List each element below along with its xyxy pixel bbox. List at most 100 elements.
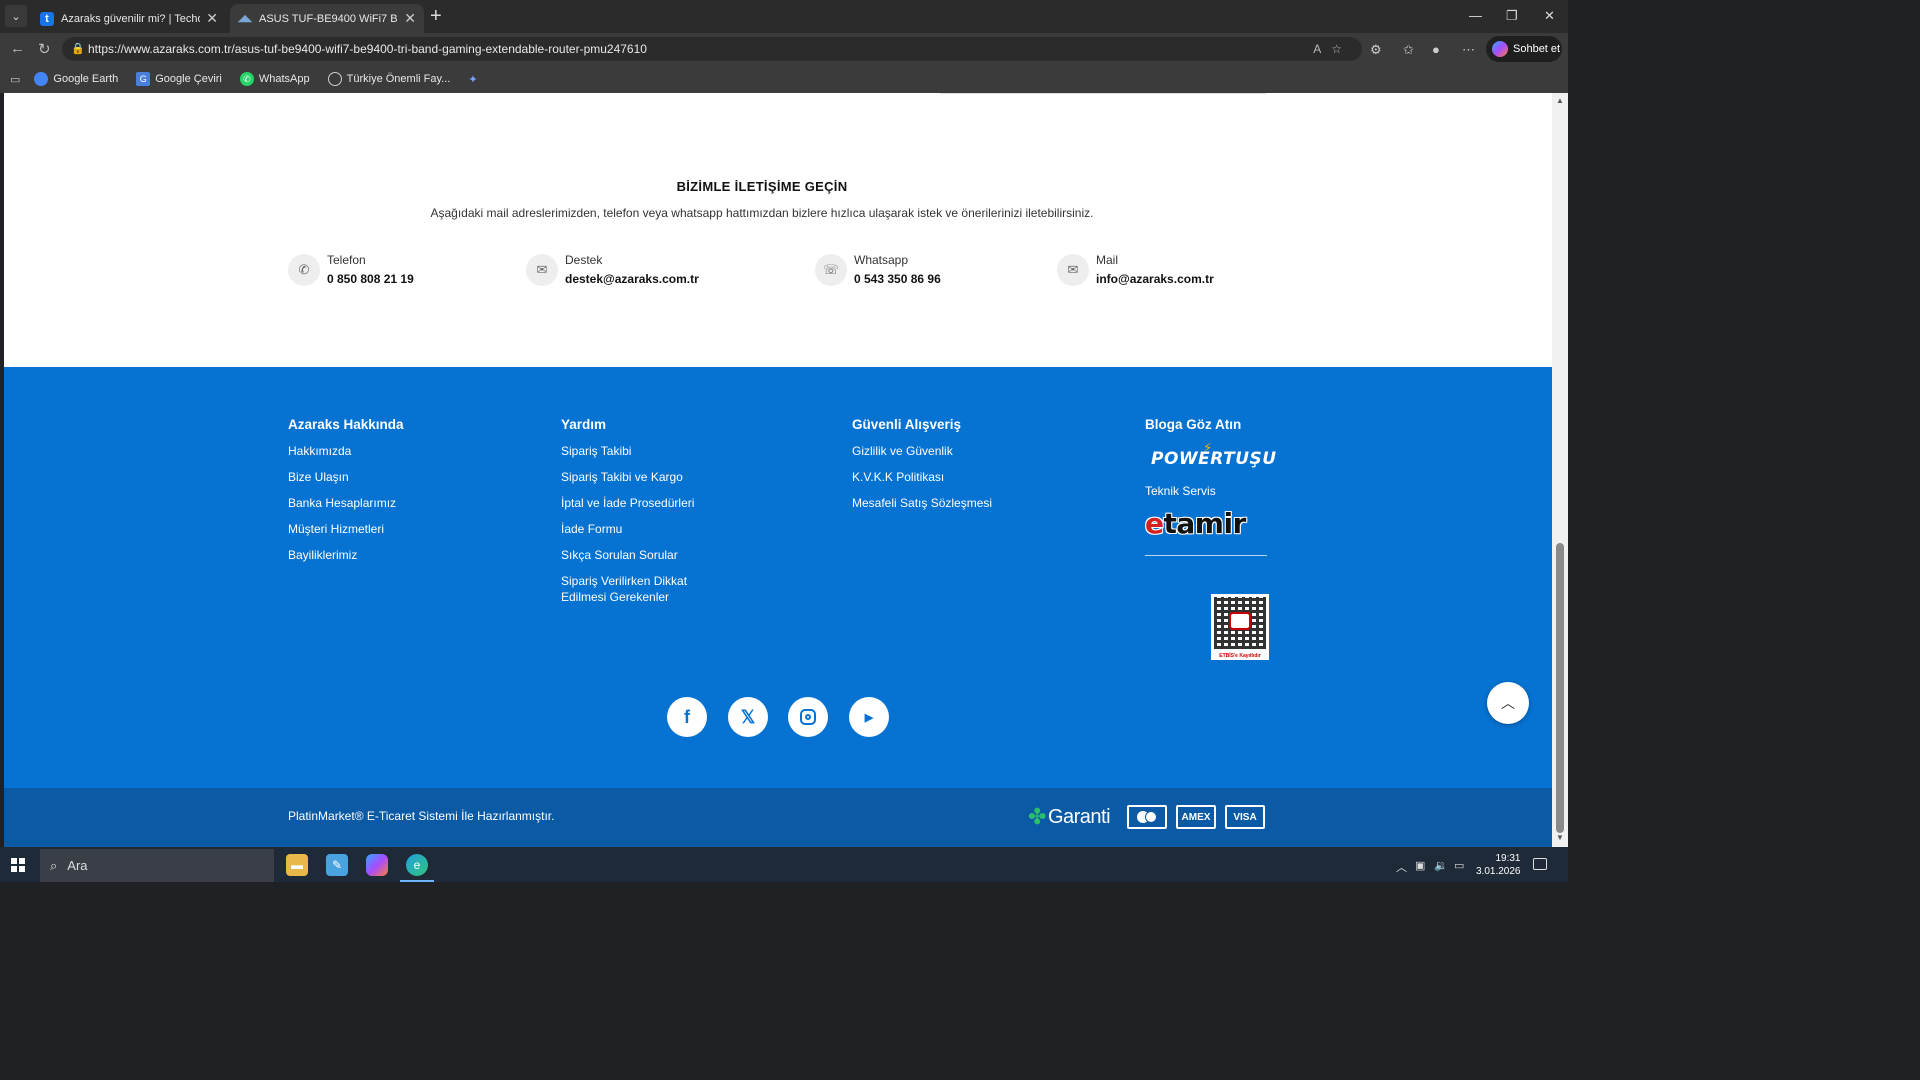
taskbar-search[interactable]: ⌕ Ara [40,849,274,882]
reload-icon[interactable]: ↻ [38,40,51,58]
etamir-logo[interactable]: etamir [1145,509,1269,539]
contact-mail[interactable]: ✉ Mail info@azaraks.com.tr [1057,253,1214,286]
favorites-icon[interactable]: ✩ [1403,42,1414,58]
scrollbar-thumb[interactable] [1556,543,1564,833]
youtube-icon: ▶ [864,711,874,724]
notepad-icon[interactable]: ✎ [326,854,348,876]
instagram-button[interactable] [788,697,828,737]
gemini-icon[interactable]: ✦ [468,73,477,86]
sidebar-toggle-icon[interactable]: ▭ [10,73,20,86]
facebook-icon: f [684,706,690,727]
footer-col-help: Yardım Sipariş Takibi Sipariş Takibi ve … [561,417,721,615]
contact-title: BİZİMLE İLETİŞİME GEÇİN [676,179,848,194]
chevron-down-icon: ⌄ [11,10,21,23]
search-placeholder: Ara [67,858,88,873]
clock-date: 3.01.2026 [1476,866,1521,877]
close-window-icon[interactable]: ✕ [1544,8,1555,24]
powertusu-logo[interactable]: ⚡ POWERTUŞU [1151,441,1276,469]
tab-title: ASUS TUF-BE9400 WiFi7 BE9400 Tr [259,12,398,25]
instagram-icon [800,709,816,725]
scroll-down-arrow-icon[interactable]: ▼ [1556,833,1564,842]
footer-link[interactable]: Sipariş Verilirken Dikkat Edilmesi Gerek… [561,573,721,605]
powertusu-text: POWERTUŞU [1151,449,1277,469]
clover-icon: ✤ [1028,804,1046,829]
windows-taskbar: ⌕ Ara ▬ ✎ e ︿ ▣ 🔉 ▭ 19:31 3.01.2026 [0,847,1568,882]
footer-link[interactable]: Sıkça Sorulan Sorular [561,547,721,563]
contact-subtitle: Aşağıdaki mail adreslerimizden, telefon … [430,206,1094,220]
web-page: BİZİMLE İLETİŞİME GEÇİN Aşağıdaki mail a… [4,93,1552,847]
scroll-to-top-button[interactable]: ︿ [1487,682,1529,724]
bookmark-turkiye-fay[interactable]: Türkiye Önemli Fay... [327,72,450,86]
copilot-app-icon[interactable] [366,854,388,876]
visa-logo: VISA [1225,805,1265,829]
footer-link[interactable]: K.V.K.K Politikası [852,469,992,485]
contact-phone[interactable]: ✆ Telefon 0 850 808 21 19 [288,253,414,286]
garanti-logo: ✤ Garanti [1028,804,1111,830]
scroll-up-arrow-icon[interactable]: ▲ [1556,96,1564,105]
footer-link[interactable]: Bayiliklerimiz [288,547,404,563]
footer-link[interactable]: Müşteri Hizmetleri [288,521,404,537]
close-tab-icon[interactable]: ✕ [206,10,218,27]
page-scrollbar[interactable]: ▲ ▼ [1552,93,1568,847]
bookmark-google-earth[interactable]: Google Earth [34,72,118,86]
amex-logo: AMEX [1176,805,1216,829]
footer-link[interactable]: İade Formu [561,521,721,537]
profile-avatar-icon[interactable]: ● [1432,42,1440,57]
techolay-favicon: t [40,11,54,26]
new-tab-button[interactable]: + [430,6,442,26]
footer: Azaraks Hakkında Hakkımızda Bize Ulaşın … [4,367,1552,788]
footer-link[interactable]: Sipariş Takibi [561,443,721,459]
x-icon: 𝕏 [740,706,756,727]
etbis-qr-code[interactable]: ETBİS'e Kayıtlıdır [1211,594,1269,660]
tray-chevron-icon[interactable]: ︿ [1396,859,1407,875]
footer-col-blog: Bloga Göz Atın ⚡ POWERTUŞU Teknik Servis … [1145,417,1276,556]
contact-value: 0 543 350 86 96 [854,272,941,286]
display-icon[interactable]: ▭ [1454,859,1464,872]
read-aloud-icon[interactable]: A [1313,42,1331,56]
made-with-text: PlatinMarket® E-Ticaret Sistemi İle Hazı… [288,809,555,823]
windows-start-icon[interactable] [11,858,25,872]
footer-link[interactable]: Mesafeli Satış Sözleşmesi [852,495,992,511]
favorite-star-icon[interactable]: ☆ [1331,42,1352,56]
more-menu-icon[interactable]: ⋯ [1462,42,1475,58]
edge-browser-icon[interactable]: e [400,854,434,882]
footer-link[interactable]: Sipariş Takibi ve Kargo [561,469,721,485]
copilot-chat-button[interactable]: Sohbet et [1486,36,1562,62]
close-tab-icon[interactable]: ✕ [404,10,416,27]
file-explorer-icon[interactable]: ▬ [286,854,308,876]
globe-icon [327,72,342,86]
footer-link[interactable]: Hakkımızda [288,443,404,459]
search-icon: ⌕ [50,857,58,873]
extensions-icon[interactable]: ⚙ [1370,42,1382,58]
restore-icon[interactable]: ❐ [1506,8,1518,24]
footer-heading: Bloga Göz Atın [1145,417,1242,432]
youtube-button[interactable]: ▶ [849,697,889,737]
footer-link[interactable]: Gizlilik ve Güvenlik [852,443,992,459]
x-twitter-button[interactable]: 𝕏 [728,697,768,737]
mastercard-logo [1127,805,1167,829]
taskbar-clock[interactable]: 19:31 3.01.2026 [1476,852,1521,878]
minimize-icon[interactable]: — [1469,8,1482,23]
clock-time: 19:31 [1495,853,1521,864]
tab-techolay[interactable]: t Azaraks güvenilir mi? | Techolay Sc ✕ [32,4,226,33]
footer-bottom-bar: PlatinMarket® E-Ticaret Sistemi İle Hazı… [4,788,1552,847]
tab-azaraks[interactable]: ◢◣ ASUS TUF-BE9400 WiFi7 BE9400 Tr ✕ [230,4,424,33]
footer-link[interactable]: Bize Ulaşın [288,469,404,485]
volume-icon[interactable]: 🔉 [1434,859,1448,872]
notification-icon[interactable] [1533,858,1547,870]
footer-link[interactable]: Banka Hesaplarımız [288,495,404,511]
contact-value: 0 850 808 21 19 [327,272,414,286]
back-icon[interactable]: ← [10,40,25,57]
contact-whatsapp[interactable]: ☏ Whatsapp 0 543 350 86 96 [815,253,941,286]
chat-label: Sohbet et [1513,43,1561,55]
url-bar[interactable]: 🔒 https://www.azaraks.com.tr/asus-tuf-be… [62,37,1362,61]
network-icon[interactable]: ▣ [1415,859,1425,872]
footer-link[interactable]: İptal ve İade Prosedürleri [561,495,721,511]
contact-support[interactable]: ✉ Destek destek@azaraks.com.tr [526,253,699,286]
bookmark-whatsapp[interactable]: ✆ WhatsApp [239,72,310,86]
tab-list-button[interactable]: ⌄ [5,5,27,27]
asus-favicon: ◢◣ [238,13,252,23]
bookmark-label: Google Çeviri [155,73,222,85]
bookmark-google-ceviri[interactable]: G Google Çeviri [136,72,222,86]
facebook-button[interactable]: f [667,697,707,737]
